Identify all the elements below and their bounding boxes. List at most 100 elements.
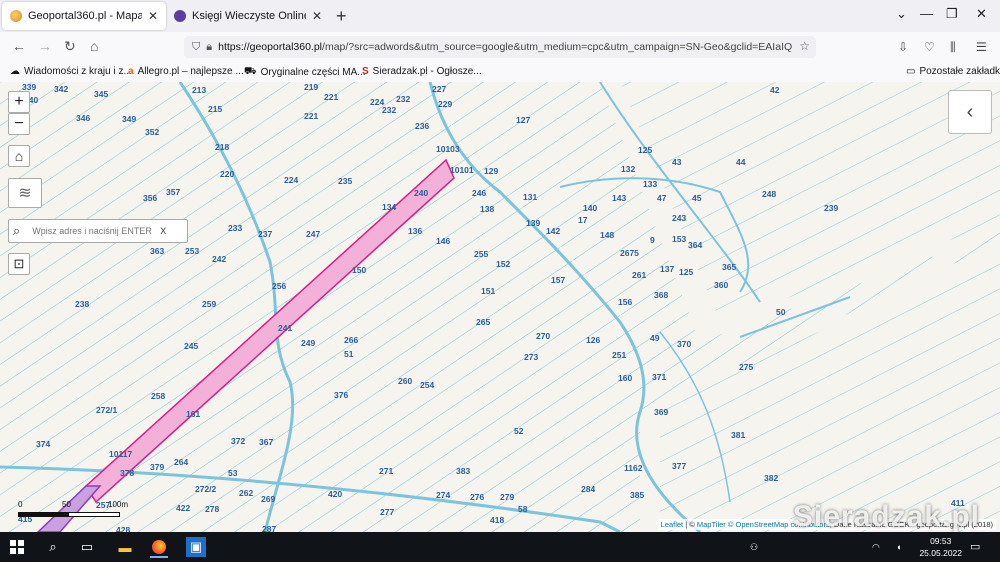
parcel-number-label[interactable]: 1162 bbox=[624, 463, 642, 473]
parcel-number-label[interactable]: 254 bbox=[420, 380, 434, 390]
parcel-number-label[interactable]: 270 bbox=[536, 331, 550, 341]
parcel-number-label[interactable]: 156 bbox=[618, 297, 632, 307]
parcel-number-label[interactable]: 356 bbox=[143, 193, 157, 203]
parcel-number-label[interactable]: 161 bbox=[186, 409, 200, 419]
parcel-number-label[interactable]: 428 bbox=[116, 525, 130, 532]
parcel-number-label[interactable]: 385 bbox=[630, 490, 644, 500]
parcel-number-label[interactable]: 261 bbox=[632, 270, 646, 280]
tabs-menu-icon[interactable]: ⌄ bbox=[896, 6, 907, 22]
cadastral-map[interactable]: 339 342 345 213 219 221 227 232 224 232 229 42 340 34… bbox=[0, 82, 1000, 532]
print-icon[interactable]: ⊡ bbox=[8, 253, 30, 275]
bookmark-star-icon[interactable]: ☆ bbox=[799, 39, 810, 53]
parcel-number-label[interactable]: 251 bbox=[612, 350, 626, 360]
parcel-number-label[interactable]: 269 bbox=[261, 494, 275, 504]
tab-geoportal[interactable]: Geoportal360.pl - Mapa Interakt ✕ bbox=[2, 2, 166, 30]
parcel-number-label[interactable]: 10103 bbox=[436, 144, 460, 154]
parcel-number-label[interactable]: 240 bbox=[414, 188, 428, 198]
parcel-number-label[interactable]: 248 bbox=[762, 189, 776, 199]
parcel-number-label[interactable]: 379 bbox=[150, 462, 164, 472]
parcel-number-label[interactable]: 258 bbox=[151, 391, 165, 401]
parcel-number-label[interactable]: 229 bbox=[438, 99, 452, 109]
parcel-number-label[interactable]: 45 bbox=[692, 193, 701, 203]
parcel-number-label[interactable]: 383 bbox=[456, 466, 470, 476]
address-search-box[interactable]: ⌕ X bbox=[8, 219, 188, 243]
parcel-number-label[interactable]: 272/1 bbox=[96, 405, 117, 415]
parcel-number-label[interactable]: 10101 bbox=[450, 165, 474, 175]
parcel-number-label[interactable]: 360 bbox=[714, 280, 728, 290]
parcel-number-label[interactable]: 157 bbox=[551, 275, 565, 285]
parcel-number-label[interactable]: 127 bbox=[516, 115, 530, 125]
app-taskbar-icon[interactable]: ▣ bbox=[186, 537, 206, 557]
parcel-number-label[interactable]: 363 bbox=[150, 246, 164, 256]
parcel-number-label[interactable]: 346 bbox=[76, 113, 90, 123]
parcel-number-label[interactable]: 232 bbox=[382, 105, 396, 115]
parcel-number-label[interactable]: 218 bbox=[215, 142, 229, 152]
parcel-number-label[interactable]: 382 bbox=[764, 473, 778, 483]
parcel-number-label[interactable]: 278 bbox=[205, 504, 219, 514]
parcel-number-label[interactable]: 420 bbox=[328, 489, 342, 499]
parcel-number-label[interactable]: 44 bbox=[736, 157, 745, 167]
library-icon[interactable]: ⫼ bbox=[950, 40, 956, 55]
parcel-number-label[interactable]: 253 bbox=[185, 246, 199, 256]
parcel-number-label[interactable]: 146 bbox=[436, 236, 450, 246]
parcel-number-label[interactable]: 10117 bbox=[109, 449, 132, 459]
parcel-number-label[interactable]: 224 bbox=[284, 175, 298, 185]
address-bar[interactable]: ⛉ 🔒︎ https://geoportal360.pl/map/?src=ad… bbox=[184, 36, 816, 58]
parcel-number-label[interactable]: 368 bbox=[654, 290, 668, 300]
parcel-number-label[interactable]: 17 bbox=[578, 215, 587, 225]
parcel-number-label[interactable]: 148 bbox=[600, 230, 614, 240]
parcel-number-label[interactable]: 52 bbox=[514, 426, 523, 436]
home-button[interactable]: ⌂ bbox=[90, 38, 98, 54]
download-icon[interactable]: ⇩ bbox=[898, 40, 908, 54]
parcel-number-label[interactable]: 345 bbox=[94, 89, 108, 99]
pocket-icon[interactable]: ♡ bbox=[924, 40, 935, 54]
parcel-number-label[interactable]: 262 bbox=[239, 488, 253, 498]
parcel-number-label[interactable]: 265 bbox=[476, 317, 490, 327]
parcel-number-label[interactable]: 418 bbox=[490, 515, 504, 525]
forward-button[interactable]: → bbox=[38, 38, 52, 54]
layers-icon[interactable]: ≋ bbox=[8, 178, 42, 208]
zoom-in-button[interactable]: + bbox=[8, 91, 30, 113]
parcel-number-label[interactable]: 275 bbox=[739, 362, 753, 372]
parcel-number-label[interactable]: 132 bbox=[621, 164, 635, 174]
close-tab-icon[interactable]: ✕ bbox=[148, 9, 158, 23]
parcel-number-label[interactable]: 284 bbox=[581, 484, 595, 494]
parcel-number-label[interactable]: 245 bbox=[184, 341, 198, 351]
parcel-number-label[interactable]: 243 bbox=[672, 213, 686, 223]
parcel-number-label[interactable]: 49 bbox=[650, 333, 659, 343]
parcel-number-label[interactable]: 274 bbox=[436, 490, 450, 500]
leaflet-link[interactable]: Leaflet bbox=[661, 520, 684, 529]
parcel-number-label[interactable]: 2675 bbox=[620, 248, 639, 258]
parcel-number-label[interactable]: 150 bbox=[352, 265, 366, 275]
parcel-number-label[interactable]: 126 bbox=[586, 335, 600, 345]
bookmark-czesci[interactable]: ⛟ Oryginalne części MA... bbox=[244, 66, 366, 79]
parcel-number-label[interactable]: 139 bbox=[526, 218, 540, 228]
parcel-number-label[interactable]: 241 bbox=[278, 323, 292, 333]
parcel-number-label[interactable]: 272/2 bbox=[195, 484, 216, 494]
parcel-number-label[interactable]: 374 bbox=[36, 439, 50, 449]
parcel-number-label[interactable]: 42 bbox=[770, 85, 779, 95]
parcel-number-label[interactable]: 236 bbox=[415, 121, 429, 131]
parcel-number-label[interactable]: 279 bbox=[500, 492, 514, 502]
reload-button[interactable]: ↻ bbox=[64, 38, 76, 55]
parcel-number-label[interactable]: 247 bbox=[306, 229, 320, 239]
parcel-number-label[interactable]: 377 bbox=[672, 461, 686, 471]
other-bookmarks[interactable]: ▭ Pozostałe zakładki bbox=[906, 66, 1000, 77]
search-taskbar-icon[interactable]: ⌕ bbox=[44, 538, 62, 556]
tracking-protection-icon[interactable]: ⛉ bbox=[192, 41, 200, 54]
parcel-number-label[interactable]: 219 bbox=[304, 82, 318, 92]
parcel-number-label[interactable]: 349 bbox=[122, 114, 136, 124]
parcel-number-label[interactable]: 352 bbox=[145, 127, 159, 137]
parcel-number-label[interactable]: 237 bbox=[258, 229, 272, 239]
parcel-number-label[interactable]: 133 bbox=[643, 179, 657, 189]
close-window-button[interactable]: ✕ bbox=[976, 6, 987, 22]
parcel-number-label[interactable]: 9 bbox=[650, 235, 655, 245]
parcel-number-label[interactable]: 273 bbox=[524, 352, 538, 362]
parcel-number-label[interactable]: 239 bbox=[824, 203, 838, 213]
maptiler-link[interactable]: MapTiler bbox=[697, 520, 726, 529]
parcel-number-label[interactable]: 371 bbox=[652, 372, 666, 382]
zoom-out-button[interactable]: − bbox=[8, 113, 30, 135]
parcel-number-label[interactable]: 215 bbox=[208, 104, 222, 114]
parcel-number-label[interactable]: 378 bbox=[120, 468, 134, 478]
parcel-number-label[interactable]: 129 bbox=[484, 166, 498, 176]
